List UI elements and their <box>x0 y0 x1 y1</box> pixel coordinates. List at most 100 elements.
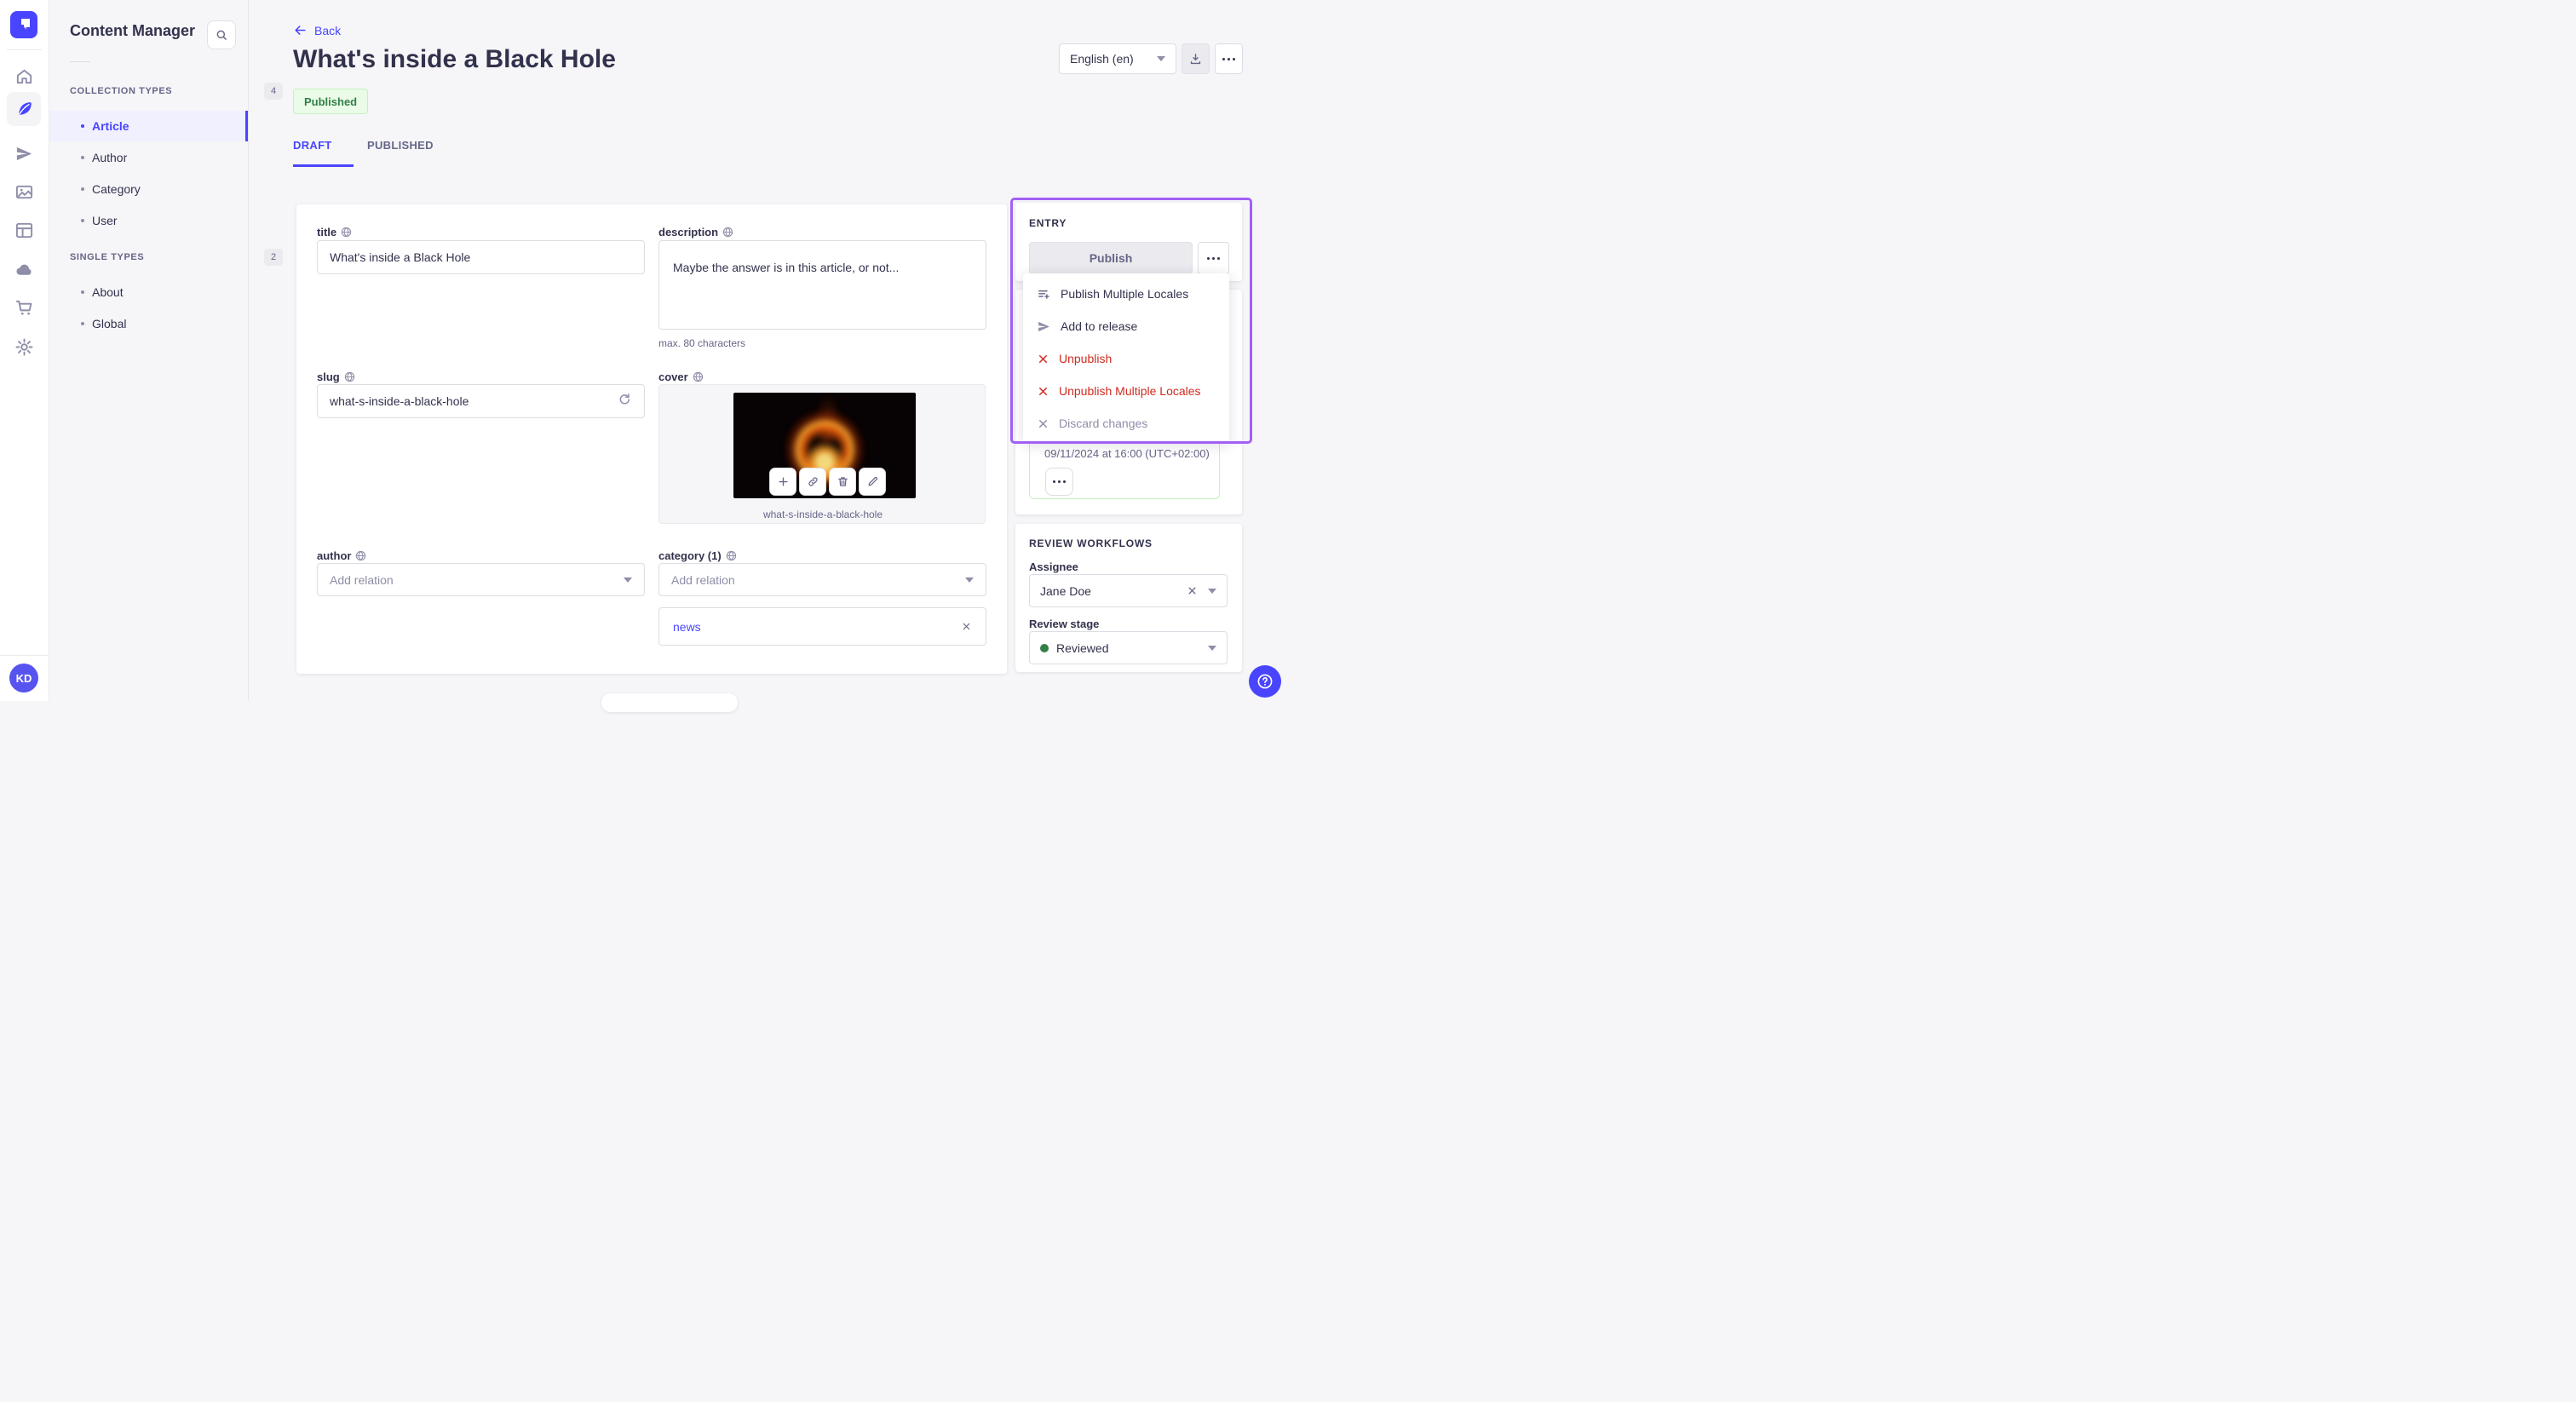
help-button[interactable] <box>1249 665 1281 698</box>
assignee-label: Assignee <box>1029 560 1078 573</box>
cover-filename: what-s-inside-a-black-hole <box>762 509 883 520</box>
globe-icon <box>344 371 354 382</box>
section-single-types: SINGLE TYPES <box>70 252 145 262</box>
rail-bottom-divider <box>0 655 49 656</box>
rail-divider <box>7 49 42 50</box>
sidebar-item-category[interactable]: Category <box>49 174 248 204</box>
settings-gear-icon[interactable] <box>14 337 34 357</box>
sidebar-item-global[interactable]: Global <box>49 308 248 339</box>
entry-panel: ENTRY Publish <box>1015 203 1242 281</box>
bullet-icon <box>81 290 84 294</box>
field-label-author: author <box>317 549 366 562</box>
bullet-icon <box>81 187 84 191</box>
globe-icon <box>693 371 703 382</box>
review-stage-select[interactable]: Reviewed <box>1029 631 1228 664</box>
cross-icon <box>1039 419 1047 428</box>
locale-value: English (en) <box>1070 52 1134 66</box>
entry-heading: ENTRY <box>1029 217 1067 229</box>
cover-toolbar <box>769 468 886 496</box>
copy-link-button[interactable] <box>799 468 826 496</box>
menu-item-label: Publish Multiple Locales <box>1061 287 1189 301</box>
regenerate-slug-button[interactable] <box>617 392 632 407</box>
entry-more-button[interactable] <box>1198 242 1229 274</box>
globe-icon <box>726 550 736 561</box>
menu-item-unpublish[interactable]: Unpublish <box>1023 342 1229 375</box>
chevron-down-icon <box>965 577 974 583</box>
cloud-icon[interactable] <box>14 260 34 279</box>
locale-select[interactable]: English (en) <box>1059 43 1176 74</box>
media-library-icon[interactable] <box>14 182 34 202</box>
back-link[interactable]: Back <box>293 23 341 37</box>
select-placeholder: Add relation <box>330 572 394 587</box>
collapsed-bottom-panel[interactable] <box>601 693 738 712</box>
clear-icon[interactable] <box>1187 585 1198 596</box>
more-actions-button[interactable] <box>1215 43 1243 74</box>
delete-media-button[interactable] <box>829 468 856 496</box>
cross-icon <box>1039 354 1047 363</box>
avatar[interactable]: KD <box>9 664 38 692</box>
globe-icon <box>722 227 733 238</box>
tab-published[interactable]: PUBLISHED <box>367 139 434 152</box>
tab-draft[interactable]: DRAFT <box>293 139 332 152</box>
link-icon <box>808 477 818 486</box>
sidebar-item-label: Article <box>92 119 129 133</box>
strapi-logo-icon <box>21 19 30 30</box>
description-helper: max. 80 characters <box>658 337 746 349</box>
home-icon[interactable] <box>14 66 34 86</box>
refresh-icon <box>619 393 630 405</box>
download-button[interactable] <box>1182 43 1210 74</box>
entry-actions-menu: Publish Multiple Locales Add to release … <box>1023 273 1229 444</box>
category-relation-select[interactable]: Add relation <box>658 563 986 596</box>
active-edge-bar <box>245 111 248 141</box>
assignee-select[interactable]: Jane Doe <box>1029 574 1228 607</box>
sidebar-item-author[interactable]: Author <box>49 142 248 173</box>
menu-item-publish-multiple-locales[interactable]: Publish Multiple Locales <box>1023 278 1229 310</box>
title-input[interactable] <box>317 240 645 274</box>
sidebar-item-label: About <box>92 285 124 299</box>
search-button[interactable] <box>207 20 236 49</box>
strapi-logo[interactable] <box>10 11 37 38</box>
content-manager-feather-icon[interactable] <box>14 100 34 119</box>
main-nav-rail: KD <box>0 0 49 701</box>
more-icon <box>1207 256 1220 260</box>
sidebar-item-user[interactable]: User <box>49 205 248 236</box>
plus-icon <box>778 477 788 486</box>
menu-item-unpublish-multiple-locales[interactable]: Unpublish Multiple Locales <box>1023 375 1229 407</box>
page-title: What's inside a Black Hole <box>293 45 616 73</box>
question-circle-icon <box>1257 674 1273 689</box>
release-more-button[interactable] <box>1045 468 1073 496</box>
releases-plane-icon[interactable] <box>14 144 34 164</box>
menu-item-add-to-release[interactable]: Add to release <box>1023 310 1229 342</box>
globe-icon <box>356 550 366 561</box>
menu-item-label: Discard changes <box>1059 417 1148 430</box>
marketplace-cart-icon[interactable] <box>14 298 34 318</box>
select-placeholder: Add relation <box>671 572 735 587</box>
more-icon <box>1222 57 1235 60</box>
menu-item-discard-changes[interactable]: Discard changes <box>1023 407 1229 440</box>
label-text: slug <box>317 371 340 383</box>
chevron-down-icon <box>1208 588 1216 594</box>
label-text: author <box>317 549 352 562</box>
tab-label: PUBLISHED <box>367 139 434 152</box>
tab-label: DRAFT <box>293 139 332 152</box>
slug-input[interactable] <box>317 384 645 418</box>
sidebar-item-article[interactable]: Article <box>49 111 248 141</box>
sidebar-item-label: Category <box>92 182 141 196</box>
label-text: description <box>658 226 719 238</box>
remove-tag-icon[interactable] <box>961 621 972 632</box>
sidebar-item-about[interactable]: About <box>49 277 248 307</box>
content-type-builder-icon[interactable] <box>14 221 34 240</box>
label-text: title <box>317 226 337 238</box>
avatar-initials: KD <box>15 671 32 685</box>
author-relation-select[interactable]: Add relation <box>317 563 645 596</box>
trash-icon <box>837 477 848 486</box>
edit-media-button[interactable] <box>859 468 886 496</box>
chevron-down-icon <box>1157 56 1165 61</box>
category-tag-row: news <box>658 607 986 646</box>
field-label-description: description <box>658 226 733 238</box>
field-label-cover: cover <box>658 371 704 383</box>
category-tag-news[interactable]: news <box>673 620 701 634</box>
add-media-button[interactable] <box>769 468 796 496</box>
description-textarea[interactable]: Maybe the answer is in this article, or … <box>658 240 986 330</box>
publish-button[interactable]: Publish <box>1029 242 1193 274</box>
